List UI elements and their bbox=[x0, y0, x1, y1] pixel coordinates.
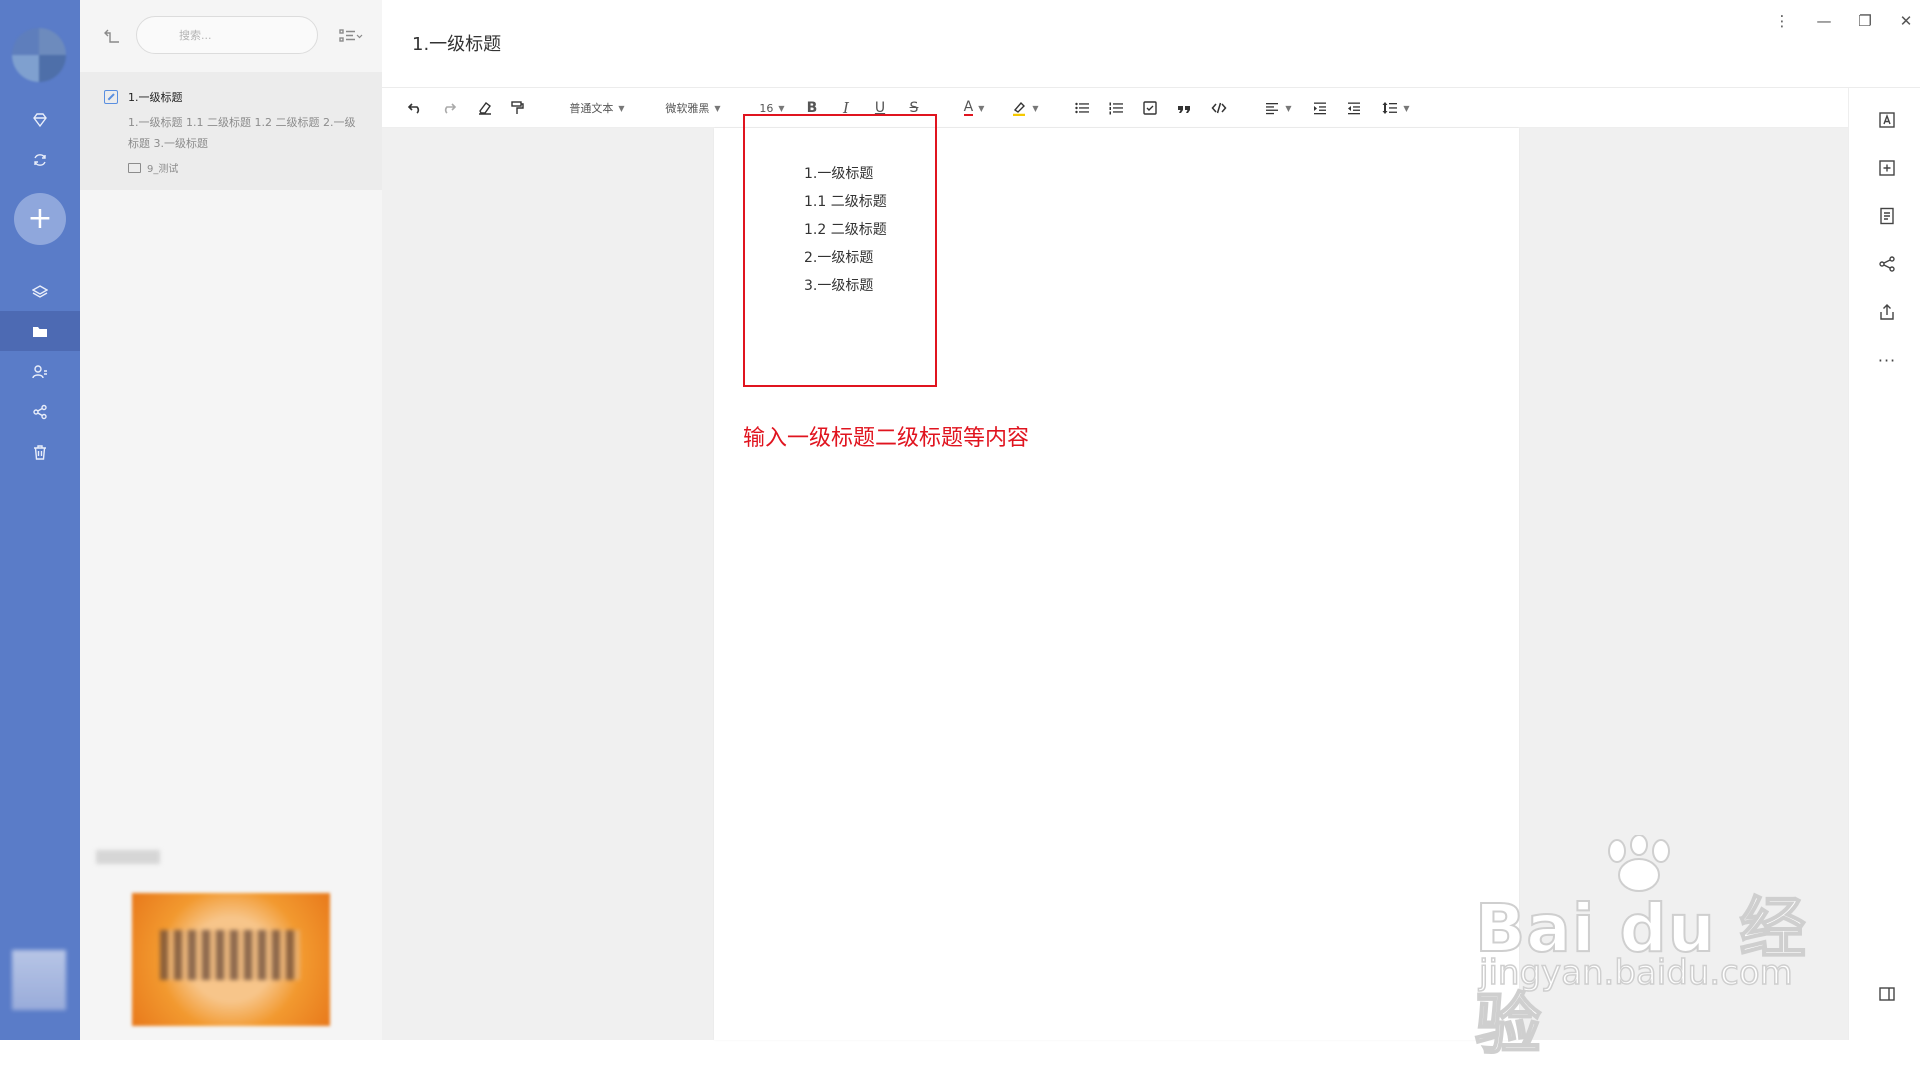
layers-icon[interactable] bbox=[28, 280, 52, 304]
format-painter-icon[interactable] bbox=[507, 98, 527, 118]
list-view-toggle-icon[interactable] bbox=[338, 26, 364, 46]
contacts-icon[interactable] bbox=[28, 360, 52, 384]
chevron-down-icon: ▼ bbox=[778, 103, 785, 113]
editor-canvas: 1.一级标题 1.1 二级标题 1.2 二级标题 2.一级标题 3.一级标题 bbox=[382, 128, 1848, 1040]
redo-icon[interactable] bbox=[439, 98, 459, 118]
chevron-down-icon: ▼ bbox=[1032, 103, 1039, 113]
note-item-title: 1.一级标题 bbox=[128, 91, 183, 104]
share-icon[interactable] bbox=[28, 400, 52, 424]
outline-icon[interactable] bbox=[1877, 206, 1897, 226]
checklist-icon[interactable] bbox=[1140, 98, 1160, 118]
formatting-toolbar: 普通文本 ▼ 微软雅黑 ▼ 16 ▼ B I U S A ▼ ▼ ▼ ▼ bbox=[382, 88, 1848, 128]
promo-banner-text bbox=[160, 930, 300, 980]
document-title-bar: 1.一级标题 ⋮ — ❐ ✕ bbox=[382, 0, 1920, 88]
share-icon[interactable] bbox=[1877, 254, 1897, 274]
restore-button[interactable]: ❐ bbox=[1854, 10, 1876, 32]
insert-icon[interactable] bbox=[1877, 158, 1897, 178]
folder-icon[interactable] bbox=[28, 320, 52, 344]
undo-icon[interactable] bbox=[405, 98, 425, 118]
note-item-folder: 9_测试 bbox=[128, 160, 178, 175]
note-list-panel: 1.一级标题 1.一级标题 1.1 二级标题 1.2 二级标题 2.一级标题 3… bbox=[80, 0, 382, 1040]
plus-icon: + bbox=[27, 201, 53, 236]
text-format-icon[interactable] bbox=[1877, 110, 1897, 130]
eraser-icon[interactable] bbox=[475, 98, 495, 118]
annotation-text: 输入一级标题二级标题等内容 bbox=[743, 426, 1030, 451]
outdent-icon[interactable] bbox=[1344, 98, 1364, 118]
sync-icon[interactable] bbox=[28, 148, 52, 172]
trash-icon[interactable] bbox=[28, 440, 52, 464]
chevron-down-icon: ▼ bbox=[978, 103, 985, 113]
export-icon[interactable] bbox=[1877, 302, 1897, 322]
indent-icon[interactable] bbox=[1310, 98, 1330, 118]
code-icon[interactable] bbox=[1208, 98, 1230, 118]
chevron-down-icon: ▼ bbox=[714, 103, 721, 113]
note-list-item[interactable]: 1.一级标题 1.一级标题 1.1 二级标题 1.2 二级标题 2.一级标题 3… bbox=[80, 72, 382, 190]
close-button[interactable]: ✕ bbox=[1895, 10, 1917, 32]
font-color-button[interactable]: A ▼ bbox=[956, 98, 992, 118]
font-size-value: 16 bbox=[759, 101, 774, 115]
note-folder-name: 9_测试 bbox=[147, 164, 179, 175]
note-edit-icon bbox=[104, 90, 118, 104]
more-options-icon[interactable]: ⋮ bbox=[1771, 10, 1793, 32]
more-icon[interactable]: ··· bbox=[1877, 350, 1897, 370]
bottom-avatar[interactable] bbox=[12, 950, 66, 1010]
highlight-button[interactable]: ▼ bbox=[1006, 98, 1044, 118]
add-note-button[interactable]: + bbox=[14, 193, 66, 245]
bullet-list-icon[interactable] bbox=[1072, 98, 1092, 118]
font-color-letter: A bbox=[963, 99, 974, 116]
left-rail: + bbox=[0, 0, 80, 1040]
line-height-select[interactable]: ▼ bbox=[1378, 98, 1414, 118]
user-avatar[interactable] bbox=[12, 28, 66, 82]
diamond-icon[interactable] bbox=[28, 108, 52, 132]
font-family-value: 微软雅黑 bbox=[665, 102, 710, 115]
note-item-snippet: 1.一级标题 1.1 二级标题 1.2 二级标题 2.一级标题 3.一级标题 bbox=[128, 116, 356, 150]
small-folder-icon bbox=[128, 162, 141, 173]
paragraph-style-select[interactable]: 普通文本 ▼ bbox=[562, 98, 632, 118]
document-title[interactable]: 1.一级标题 bbox=[412, 30, 501, 56]
right-tool-column: ··· bbox=[1848, 88, 1920, 1040]
font-family-select[interactable]: 微软雅黑 ▼ bbox=[658, 98, 728, 118]
paragraph-style-value: 普通文本 bbox=[569, 102, 614, 115]
blurred-label bbox=[96, 850, 160, 864]
note-list-header bbox=[80, 0, 382, 72]
chevron-down-icon: ▼ bbox=[1285, 103, 1292, 113]
search-input[interactable] bbox=[136, 16, 318, 54]
align-select[interactable]: ▼ bbox=[1260, 98, 1296, 118]
panel-toggle-icon[interactable] bbox=[1877, 984, 1897, 1004]
numbered-list-icon[interactable] bbox=[1106, 98, 1126, 118]
minimize-button[interactable]: — bbox=[1813, 10, 1835, 32]
quote-icon[interactable] bbox=[1174, 98, 1194, 118]
highlight-annotation-box bbox=[743, 114, 937, 387]
chevron-down-icon: ▼ bbox=[618, 103, 625, 113]
chevron-down-icon: ▼ bbox=[1403, 103, 1410, 113]
go-up-icon[interactable] bbox=[102, 26, 122, 46]
